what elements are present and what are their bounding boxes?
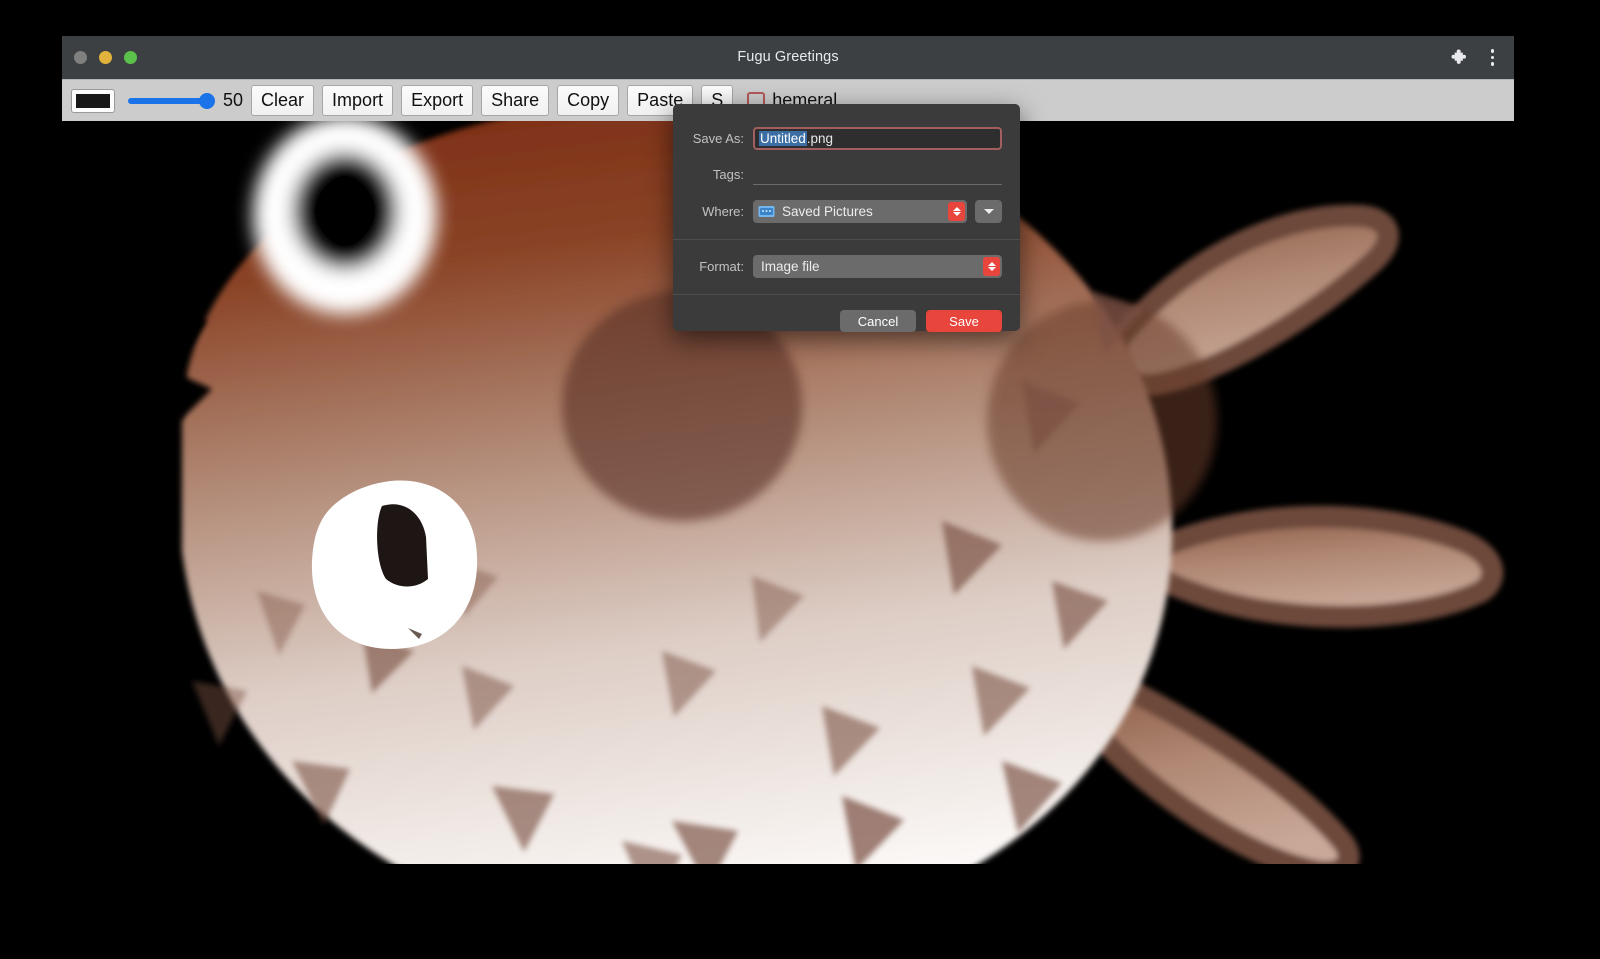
format-value: Image file xyxy=(761,259,820,274)
dialog-separator-1 xyxy=(673,239,1020,240)
screen-root: Fugu Greetings 50 Clear Import xyxy=(0,0,1600,959)
folder-icon xyxy=(758,205,775,218)
where-expand-button[interactable] xyxy=(975,200,1002,223)
share-button[interactable]: Share xyxy=(481,85,549,116)
brush-size-slider[interactable] xyxy=(128,89,212,113)
save-as-input[interactable]: Untitled.png xyxy=(753,127,1002,150)
window-titlebar: Fugu Greetings xyxy=(62,36,1514,79)
clear-button[interactable]: Clear xyxy=(251,85,314,116)
where-stepper-icon[interactable] xyxy=(948,202,965,221)
slider-value-label: 50 xyxy=(223,90,243,111)
tags-input[interactable] xyxy=(753,163,1002,185)
puzzle-piece-icon[interactable] xyxy=(1447,47,1467,67)
titlebar-actions xyxy=(1447,47,1501,68)
browser-window: Fugu Greetings 50 Clear Import xyxy=(62,36,1514,864)
export-button[interactable]: Export xyxy=(401,85,473,116)
color-picker-swatch[interactable] xyxy=(71,89,115,113)
dialog-button-row: Cancel Save xyxy=(673,310,1020,332)
format-dropdown[interactable]: Image file xyxy=(753,255,1002,278)
chevron-down-icon xyxy=(984,209,994,214)
drawn-eye-blurred xyxy=(253,121,437,314)
where-row: Where: Saved Pictures xyxy=(691,196,1002,226)
save-as-label: Save As: xyxy=(691,131,753,146)
kebab-menu-icon[interactable] xyxy=(1485,47,1501,68)
drawn-eye-sharp xyxy=(312,481,477,649)
format-stepper-icon[interactable] xyxy=(983,257,1000,276)
save-as-row: Save As: Untitled.png xyxy=(691,123,1002,153)
dialog-separator-2 xyxy=(673,294,1020,295)
where-label: Where: xyxy=(691,204,753,219)
window-title: Fugu Greetings xyxy=(62,49,1514,65)
copy-button[interactable]: Copy xyxy=(557,85,619,116)
save-confirm-button[interactable]: Save xyxy=(926,310,1002,332)
save-as-extension-text: .png xyxy=(807,131,833,146)
where-dropdown[interactable]: Saved Pictures xyxy=(753,200,967,223)
slider-knob[interactable] xyxy=(199,93,215,109)
cancel-button[interactable]: Cancel xyxy=(840,310,916,332)
tags-label: Tags: xyxy=(691,167,753,182)
where-value: Saved Pictures xyxy=(782,204,873,219)
save-as-selected-text: Untitled xyxy=(759,131,807,146)
save-file-dialog: Save As: Untitled.png Tags: Where: xyxy=(673,104,1020,331)
format-row: Format: Image file xyxy=(691,251,1002,281)
import-button[interactable]: Import xyxy=(322,85,393,116)
format-label: Format: xyxy=(691,259,753,274)
tags-row: Tags: xyxy=(691,159,1002,189)
